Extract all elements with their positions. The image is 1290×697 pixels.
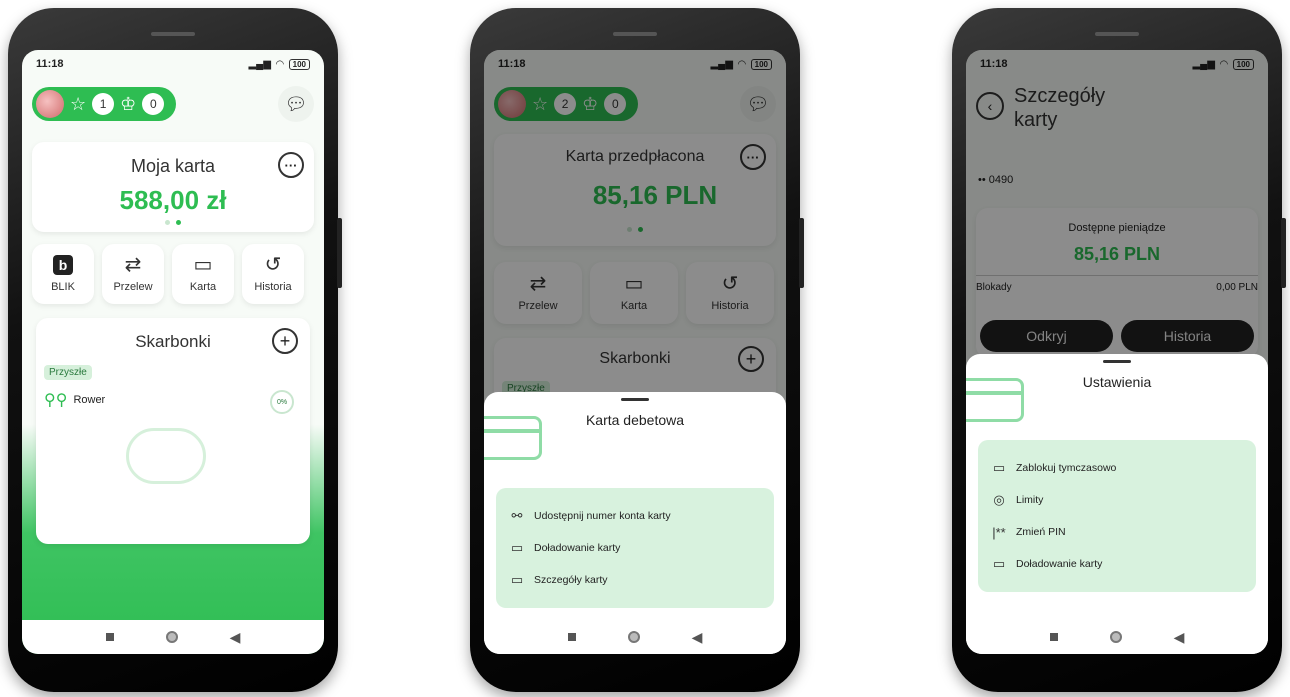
screen-3: 11:18 ▂▄▆ ◠ 100 ‹ Szczegóły karty •• 0490 … (966, 50, 1268, 654)
bottom-sheet: Karta debetowa ⚯ Udostępnij numer konta … (484, 392, 786, 654)
savings-title: Skarbonki (135, 332, 211, 351)
card-title: Moja karta (130, 156, 216, 176)
signal-icon: ▂▄▆ (248, 58, 271, 70)
topup-icon: ▭ (510, 540, 524, 555)
phone-1: 11:18 ▂▄▆ ◠ 100 ☆ 1 ♔ 0 💬︎ Moja karta ··· … (8, 8, 342, 692)
chat-button[interactable]: 💬︎ (278, 86, 314, 122)
tile-blik[interactable]: b BLIK (32, 244, 94, 304)
card-icon: ▭ (193, 254, 213, 276)
speaker (613, 32, 657, 36)
recents-icon[interactable] (1049, 633, 1058, 641)
phone-3: 11:18 ▂▄▆ ◠ 100 ‹ Szczegóły karty •• 0490 … (952, 8, 1286, 692)
recents-icon[interactable] (105, 633, 114, 641)
back-icon[interactable]: ◀ (1174, 629, 1185, 646)
system-nav-bar: ◀ (966, 620, 1268, 654)
blik-icon: b (53, 255, 73, 275)
battery-icon: 100 (288, 58, 310, 70)
tile-label: BLIK (51, 281, 75, 293)
sheet-menu: ▭ Zablokuj tymczasowo ◎ Limity |** Zmień… (978, 440, 1256, 592)
stars-count: 1 (92, 93, 115, 115)
menu-item-block[interactable]: ▭ Zablokuj tymczasowo (990, 452, 1244, 484)
bicycle-icon: ⚲⚲ (44, 392, 68, 409)
card-lock-icon: ▭ (992, 460, 1006, 475)
savings-badge: Przyszłe (44, 365, 92, 380)
gamification-bar[interactable]: ☆ 1 ♔ 0 (32, 87, 177, 121)
status-bar: 11:18 ▂▄▆ ◠ 100 (22, 50, 324, 78)
pager-dots (32, 220, 314, 225)
screen-2: 11:18 ▂▄▆ ◠ 100 ☆ 2 ♔ 0 💬︎ Karta przedpłac… (484, 50, 786, 654)
system-nav-bar: ◀ (484, 620, 786, 654)
back-icon[interactable]: ◀ (692, 629, 703, 646)
tile-label: Przelew (113, 281, 153, 293)
menu-item-label: Szczegóły karty (534, 574, 608, 586)
avatar[interactable] (36, 90, 64, 118)
menu-item-change-pin[interactable]: |** Zmień PIN (990, 516, 1244, 548)
home-icon[interactable] (627, 631, 640, 643)
header-row: ☆ 1 ♔ 0 💬︎ (32, 86, 314, 122)
sheet-handle[interactable] (1103, 360, 1131, 363)
menu-item-label: Doładowanie karty (1016, 558, 1103, 570)
pin-icon: |** (992, 524, 1006, 540)
piggy-bank-icon (126, 428, 206, 484)
sheet-menu: ⚯ Udostępnij numer konta karty ▭ Doładow… (496, 488, 774, 608)
side-button (1281, 218, 1286, 288)
side-button (799, 218, 804, 288)
transfer-icon: ⇄ (124, 254, 142, 276)
screen-1: 11:18 ▂▄▆ ◠ 100 ☆ 1 ♔ 0 💬︎ Moja karta ··· … (22, 50, 324, 654)
card-amount: 588,00 zł (119, 185, 227, 215)
speaker (151, 32, 195, 36)
status-time: 11:18 (36, 58, 64, 70)
card-illustration-icon (966, 378, 1024, 422)
side-button (337, 218, 342, 288)
menu-item-limits[interactable]: ◎ Limity (990, 484, 1244, 516)
savings-card[interactable]: Skarbonki + Przyszłe ⚲⚲ Rower 0% (36, 318, 310, 544)
savings-progress: 0% (270, 390, 294, 414)
bottom-sheet: Ustawienia ▭ Zablokuj tymczasowo ◎ Limit… (966, 354, 1268, 654)
system-nav-bar: ◀ (22, 620, 324, 654)
back-icon[interactable]: ◀ (230, 629, 241, 646)
card-widget[interactable]: Moja karta ··· 588,00 zł (32, 142, 314, 232)
quick-actions: b BLIK ⇄ Przelew ▭ Karta ↺ Historia (32, 244, 314, 304)
sheet-handle[interactable] (621, 398, 649, 401)
tile-historia[interactable]: ↺ Historia (242, 244, 304, 304)
savings-item[interactable]: ⚲⚲ Rower (44, 390, 105, 410)
menu-item-topup[interactable]: ▭ Doładowanie karty (508, 532, 762, 564)
add-savings-button[interactable]: + (272, 328, 298, 354)
trophy-icon: ♔ (120, 93, 137, 114)
limits-icon: ◎ (993, 492, 1005, 507)
savings-item-name: Rower (73, 394, 106, 406)
menu-item-label: Udostępnij numer konta karty (534, 510, 671, 522)
tile-label: Karta (189, 281, 217, 293)
card-illustration-icon (484, 416, 542, 460)
history-icon: ↺ (264, 254, 282, 276)
more-icon: ··· (284, 157, 298, 173)
menu-item-label: Zmień PIN (1016, 526, 1066, 538)
home-icon[interactable] (1109, 631, 1122, 643)
menu-item-label: Limity (1016, 494, 1044, 506)
card-details-icon: ▭ (510, 572, 524, 587)
menu-item-card-details[interactable]: ▭ Szczegóły karty (508, 564, 762, 596)
star-icon: ☆ (70, 93, 87, 114)
speaker (1095, 32, 1139, 36)
chat-icon: 💬︎ (284, 93, 308, 114)
recents-icon[interactable] (567, 633, 576, 641)
wifi-icon: ◠ (275, 58, 284, 70)
home-icon[interactable] (165, 631, 178, 643)
menu-item-share[interactable]: ⚯ Udostępnij numer konta karty (508, 500, 762, 532)
topup-icon: ▭ (992, 556, 1006, 571)
phone-2: 11:18 ▂▄▆ ◠ 100 ☆ 2 ♔ 0 💬︎ Karta przedpłac… (470, 8, 804, 692)
trophies-count: 0 (142, 93, 165, 115)
tile-label: Historia (254, 281, 292, 293)
more-button[interactable]: ··· (278, 152, 304, 178)
menu-item-label: Zablokuj tymczasowo (1016, 462, 1117, 474)
share-icon: ⚯ (511, 508, 523, 523)
menu-item-label: Doładowanie karty (534, 542, 621, 554)
tile-przelew[interactable]: ⇄ Przelew (102, 244, 164, 304)
plus-icon: + (279, 330, 291, 351)
tile-karta[interactable]: ▭ Karta (172, 244, 234, 304)
menu-item-topup[interactable]: ▭ Doładowanie karty (990, 548, 1244, 580)
